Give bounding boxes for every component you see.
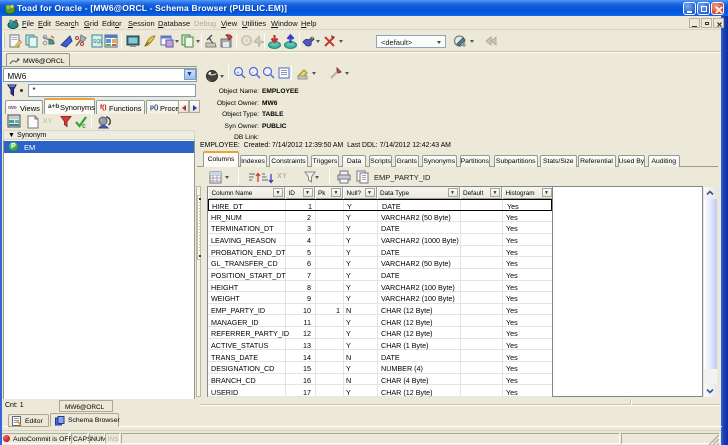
svg-text:SQL: SQL bbox=[93, 39, 103, 45]
svg-text:c: c bbox=[82, 123, 86, 129]
svg-text:+: + bbox=[237, 70, 240, 76]
